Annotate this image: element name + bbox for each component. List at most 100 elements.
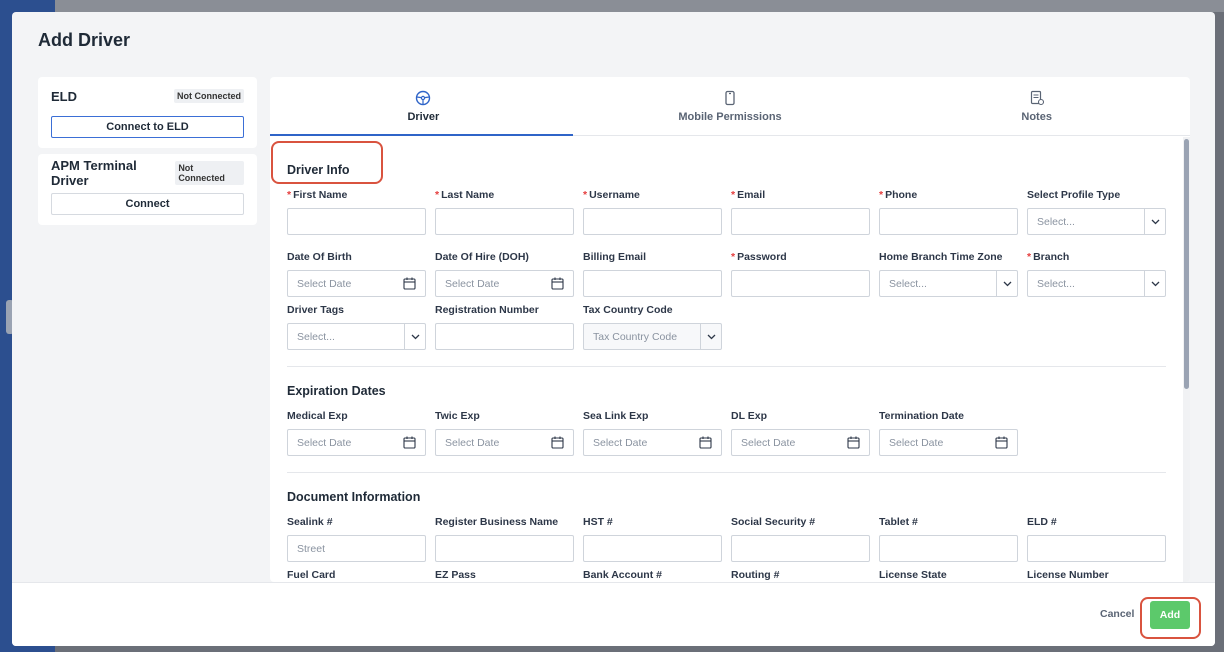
tax-country-code-label: Tax Country Code <box>583 304 722 317</box>
field-label-text: Driver Tags <box>287 304 344 316</box>
hst-input[interactable] <box>583 535 722 562</box>
driver-form-panel: Driver Mobile Permissions Notes Driver I… <box>270 77 1190 582</box>
tab-driver[interactable]: Driver <box>270 77 577 135</box>
ez-pass-field-group: EZ Pass <box>435 569 574 582</box>
field-label-text: Twic Exp <box>435 410 480 422</box>
field-label-text: License Number <box>1027 569 1109 581</box>
branch-input[interactable]: Select... <box>1027 270 1166 297</box>
home-branch-time-zone-label: Home Branch Time Zone <box>879 251 1018 264</box>
username-field-group: * Username <box>583 189 722 235</box>
phone-label: * Phone <box>879 189 1018 202</box>
required-marker: * <box>583 189 588 201</box>
section-divider <box>287 366 1166 367</box>
register-business-name-input[interactable] <box>435 535 574 562</box>
twic-exp-label: Twic Exp <box>435 410 574 423</box>
tablet-input[interactable] <box>879 535 1018 562</box>
tax-country-code-input[interactable]: Tax Country Code <box>583 323 722 350</box>
branch-label: * Branch <box>1027 251 1166 264</box>
field-label-text: Username <box>589 189 640 201</box>
date-of-birth-input[interactable]: Select Date <box>287 270 426 297</box>
password-input[interactable] <box>731 270 870 297</box>
tab-mobile-permissions-label: Mobile Permissions <box>678 111 782 123</box>
sea-link-exp-label: Sea Link Exp <box>583 410 722 423</box>
field-label-text: Tax Country Code <box>583 304 673 316</box>
tab-driver-label: Driver <box>407 111 440 123</box>
sea-link-exp-input[interactable]: Select Date <box>583 429 722 456</box>
sealink-input[interactable]: Street <box>287 535 426 562</box>
form-scroll-area[interactable]: Driver Info Expiration Dates Document In… <box>270 137 1190 582</box>
field-label-text: Sealink # <box>287 516 333 528</box>
placeholder-text: Select Date <box>445 436 500 449</box>
tab-mobile-permissions[interactable]: Mobile Permissions <box>577 77 884 135</box>
field-label-text: Billing Email <box>583 251 647 263</box>
tab-notes[interactable]: Notes <box>883 77 1190 135</box>
social-security-input[interactable] <box>731 535 870 562</box>
tab-notes-label: Notes <box>1021 111 1052 123</box>
registration-number-input[interactable] <box>435 323 574 350</box>
registration-number-field-group: Registration Number <box>435 304 574 350</box>
calendar-icon <box>995 436 1008 449</box>
license-number-label: License Number <box>1027 569 1166 582</box>
field-label-text: EZ Pass <box>435 569 476 581</box>
phone-field-group: * Phone <box>879 189 1018 235</box>
placeholder-text: Select Date <box>593 436 648 449</box>
document-information-title: Document Information <box>287 490 421 504</box>
home-branch-time-zone-input[interactable]: Select... <box>879 270 1018 297</box>
eld-field-group: ELD # <box>1027 516 1166 562</box>
last-name-input[interactable] <box>435 208 574 235</box>
placeholder-text: Tax Country Code <box>593 330 678 343</box>
first-name-input[interactable] <box>287 208 426 235</box>
add-driver-modal: Add Driver ELD Not Connected Connect to … <box>12 12 1215 646</box>
apm-title: APM Terminal Driver <box>51 158 137 188</box>
select-profile-type-label: Select Profile Type <box>1027 189 1166 202</box>
billing-email-input[interactable] <box>583 270 722 297</box>
apm-card: APM Terminal Driver Not Connected Connec… <box>38 154 257 225</box>
required-marker: * <box>731 189 736 201</box>
field-label-text: Date Of Hire (DOH) <box>435 251 529 263</box>
placeholder-text: Select... <box>1037 277 1075 290</box>
select-profile-type-input[interactable]: Select... <box>1027 208 1166 235</box>
field-label-text: Registration Number <box>435 304 539 316</box>
field-label-text: Home Branch Time Zone <box>879 251 1003 263</box>
connect-apm-button[interactable]: Connect <box>51 193 244 215</box>
dl-exp-field-group: DL Exp Select Date <box>731 410 870 456</box>
field-label-text: Medical Exp <box>287 410 348 422</box>
field-label-text: Phone <box>885 189 918 201</box>
connect-eld-button[interactable]: Connect to ELD <box>51 116 244 138</box>
dl-exp-input[interactable]: Select Date <box>731 429 870 456</box>
fuel-card-field-group: Fuel Card <box>287 569 426 582</box>
driver-info-highlight <box>271 141 383 184</box>
driver-tags-field-group: Driver Tags Select... <box>287 304 426 350</box>
ez-pass-label: EZ Pass <box>435 569 574 582</box>
username-input[interactable] <box>583 208 722 235</box>
driver-tags-input[interactable]: Select... <box>287 323 426 350</box>
phone-input[interactable] <box>879 208 1018 235</box>
field-label-text: Tablet # <box>879 516 918 528</box>
last-name-field-group: * Last Name <box>435 189 574 235</box>
field-label-text: Routing # <box>731 569 780 581</box>
date-of-hire-doh-input[interactable]: Select Date <box>435 270 574 297</box>
email-input[interactable] <box>731 208 870 235</box>
integrations-panel: ELD Not Connected Connect to ELD APM Ter… <box>38 77 257 231</box>
termination-date-field-group: Termination Date Select Date <box>879 410 1018 456</box>
eld-card: ELD Not Connected Connect to ELD <box>38 77 257 148</box>
first-name-label: * First Name <box>287 189 426 202</box>
eld-input[interactable] <box>1027 535 1166 562</box>
password-label: * Password <box>731 251 870 264</box>
required-marker: * <box>435 189 440 201</box>
field-label-text: Register Business Name <box>435 516 559 528</box>
termination-date-input[interactable]: Select Date <box>879 429 1018 456</box>
tax-country-code-field-group: Tax Country Code Tax Country Code <box>583 304 722 350</box>
required-marker: * <box>731 251 736 263</box>
calendar-icon <box>847 436 860 449</box>
twic-exp-input[interactable]: Select Date <box>435 429 574 456</box>
medical-exp-input[interactable]: Select Date <box>287 429 426 456</box>
cancel-button[interactable]: Cancel <box>1100 608 1134 620</box>
last-name-label: * Last Name <box>435 189 574 202</box>
field-label-text: Social Security # <box>731 516 816 528</box>
calendar-icon <box>403 436 416 449</box>
add-button-highlight <box>1140 597 1201 639</box>
field-label-text: Bank Account # <box>583 569 662 581</box>
scrollbar-thumb[interactable] <box>1184 139 1189 389</box>
date-of-birth-field-group: Date Of Birth Select Date <box>287 251 426 297</box>
